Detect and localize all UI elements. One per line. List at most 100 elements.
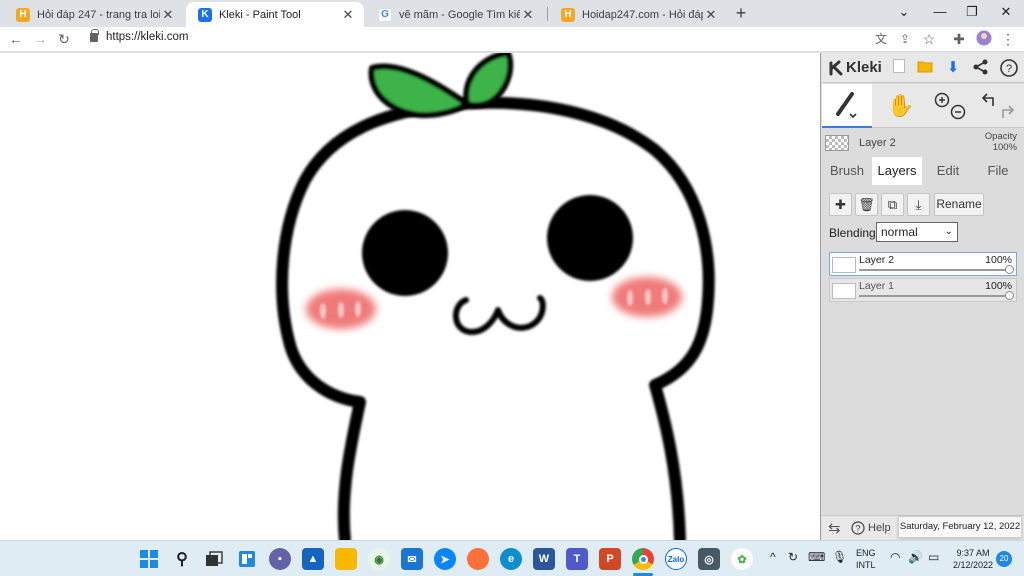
minimize-button[interactable]: — — [928, 2, 952, 22]
restore-button[interactable]: ❐ — [960, 2, 984, 22]
tab-brush[interactable]: Brush — [822, 157, 872, 185]
tab-title: Hoidap247.com - Hỏi đáp bài tậ — [582, 8, 703, 21]
close-icon[interactable]: ✕ — [160, 7, 176, 23]
clock-time: 9:37 AM — [956, 548, 990, 558]
browser-toolbar: ← → ↻ https://kleki.com 文 ⇪ ☆ ✚ ⋮ — [0, 27, 1024, 52]
messenger-icon[interactable]: ➤ — [434, 548, 456, 570]
drawing-canvas[interactable] — [0, 53, 821, 540]
layer-item-layer-2[interactable]: Layer 2 100% — [829, 252, 1017, 276]
hoidap247-icon: H — [561, 7, 575, 22]
undo-redo-tools[interactable] — [974, 84, 1022, 128]
zalo-icon[interactable]: Zalo — [665, 548, 687, 570]
mouth — [453, 295, 546, 335]
windows-start-icon[interactable] — [138, 548, 160, 570]
file-explorer-icon[interactable] — [335, 548, 357, 570]
show-hidden-icons-icon[interactable]: ^ — [770, 551, 776, 563]
brush-tool[interactable] — [822, 84, 872, 128]
tab-edit[interactable]: Edit — [923, 157, 973, 185]
hand-tool[interactable]: ✋ — [876, 84, 926, 128]
browser-tab-hoidap247[interactable]: H Hỏi đáp 247 - trang tra loi ✕ — [4, 2, 184, 27]
layer-opacity-slider[interactable] — [859, 269, 1010, 271]
settings-icon[interactable]: ✿ — [731, 548, 753, 570]
new-image-icon[interactable] — [890, 59, 908, 77]
edge-icon[interactable]: e — [500, 548, 522, 570]
bookmark-star-icon[interactable]: ☆ — [920, 30, 938, 48]
kleki-icon: K — [198, 7, 212, 22]
language-bottom: INTL — [856, 560, 876, 570]
browser-tab-hoidap247-2[interactable]: H Hoidap247.com - Hỏi đáp bài tậ ✕ — [549, 2, 727, 27]
profile-avatar[interactable] — [975, 30, 993, 48]
close-icon[interactable]: ✕ — [340, 7, 356, 23]
duplicate-icon: ⧉ — [887, 197, 898, 212]
layer-name: Layer 2 — [859, 254, 895, 266]
opacity-readout: Opacity 100% — [985, 131, 1017, 153]
wifi-icon[interactable]: ◠ — [890, 551, 900, 563]
new-tab-button[interactable]: + — [731, 3, 751, 23]
kleki-toolbar: ✋ — [822, 84, 1024, 128]
merge-layer-button[interactable]: ⤓ — [907, 193, 930, 216]
delete-layer-button[interactable]: 🗑 — [855, 193, 878, 216]
keyboard-icon[interactable]: ⌨ — [808, 551, 825, 563]
camera-icon[interactable]: ◎ — [698, 548, 720, 570]
notification-badge[interactable]: 20 — [996, 551, 1012, 567]
close-icon[interactable]: ✕ — [520, 7, 536, 23]
word-icon[interactable]: W — [533, 548, 555, 570]
tab-title: Hỏi đáp 247 - trang tra loi — [37, 8, 160, 21]
back-icon[interactable]: ← — [7, 30, 25, 48]
sync-icon[interactable]: ↻ — [788, 551, 798, 563]
drawing — [276, 53, 715, 540]
layer-opacity-handle[interactable] — [1005, 291, 1014, 300]
language-indicator[interactable]: ENG INTL — [856, 547, 876, 571]
windows-taskbar: ⚲ ▪ ▲ ◉ ✉ ➤ e W T P Zalo ◎ ✿ ^ ↻ ⌨ 🎙 ENG… — [0, 540, 1024, 576]
date-tooltip: Saturday, February 12, 2022 — [898, 516, 1022, 538]
layer-name: Layer 1 — [859, 280, 895, 292]
forward-icon[interactable]: → — [31, 30, 49, 48]
close-window-button[interactable]: ✕ — [994, 2, 1018, 22]
browser-tab-kleki[interactable]: K Kleki - Paint Tool ✕ — [186, 2, 364, 27]
browser-tabstrip: H Hỏi đáp 247 - trang tra loi ✕ K Kleki … — [0, 0, 1024, 27]
chevron-down-icon: ⌄ — [944, 226, 953, 237]
chrome-icon[interactable] — [632, 548, 654, 570]
menu-icon[interactable]: ⋮ — [999, 30, 1017, 48]
clock[interactable]: 9:37 AM 2/12/2022 — [948, 547, 998, 571]
powerpoint-icon[interactable]: P — [599, 548, 621, 570]
widgets-icon[interactable] — [236, 548, 258, 570]
share-icon[interactable] — [972, 59, 990, 77]
blending-select[interactable]: normal ⌄ — [876, 222, 958, 242]
task-view-icon[interactable] — [203, 548, 225, 570]
tab-separator — [547, 7, 548, 21]
firefox-icon[interactable] — [467, 548, 489, 570]
photos-icon[interactable]: ▲ — [302, 548, 324, 570]
tab-search-button[interactable]: ⌄ — [892, 2, 916, 22]
tab-layers[interactable]: Layers — [872, 157, 922, 185]
help-icon[interactable]: ? — [1000, 59, 1018, 77]
help-link[interactable]: ? Help — [851, 521, 891, 535]
browser-tab-google[interactable]: G vẽ mãm - Google Tìm kiếm ✕ — [366, 2, 544, 27]
layer-opacity-handle[interactable] — [1005, 265, 1014, 274]
address-bar[interactable]: https://kleki.com — [90, 28, 188, 43]
battery-icon[interactable]: ▭ — [928, 551, 939, 563]
microphone-icon[interactable]: 🎙 — [832, 551, 847, 563]
open-folder-icon[interactable] — [916, 59, 934, 77]
volume-icon[interactable]: 🔊 — [908, 551, 923, 563]
maps-icon[interactable]: ◉ — [368, 548, 390, 570]
help-label: Help — [868, 522, 891, 534]
teams-chat-icon[interactable]: ▪ — [269, 548, 291, 570]
teams-icon[interactable]: T — [566, 548, 588, 570]
reload-icon[interactable]: ↻ — [55, 30, 73, 48]
close-icon[interactable]: ✕ — [703, 7, 719, 23]
layer-item-layer-1[interactable]: Layer 1 100% — [829, 278, 1017, 302]
mail-icon[interactable]: ✉ — [401, 548, 423, 570]
translate-icon[interactable]: 文 — [872, 30, 890, 48]
extensions-icon[interactable]: ✚ — [950, 30, 968, 48]
rename-button[interactable]: Rename — [934, 193, 984, 216]
duplicate-layer-button[interactable]: ⧉ — [881, 193, 904, 216]
zoom-tools[interactable] — [928, 84, 972, 128]
share-icon[interactable]: ⇪ — [896, 30, 914, 48]
download-icon[interactable]: ⬇ — [944, 59, 962, 77]
tab-file[interactable]: File — [973, 157, 1023, 185]
swap-side-icon[interactable]: ⇆ — [828, 519, 841, 537]
layer-opacity-slider[interactable] — [859, 295, 1010, 297]
search-icon[interactable]: ⚲ — [171, 548, 193, 570]
add-layer-button[interactable]: ✚ — [829, 193, 852, 216]
